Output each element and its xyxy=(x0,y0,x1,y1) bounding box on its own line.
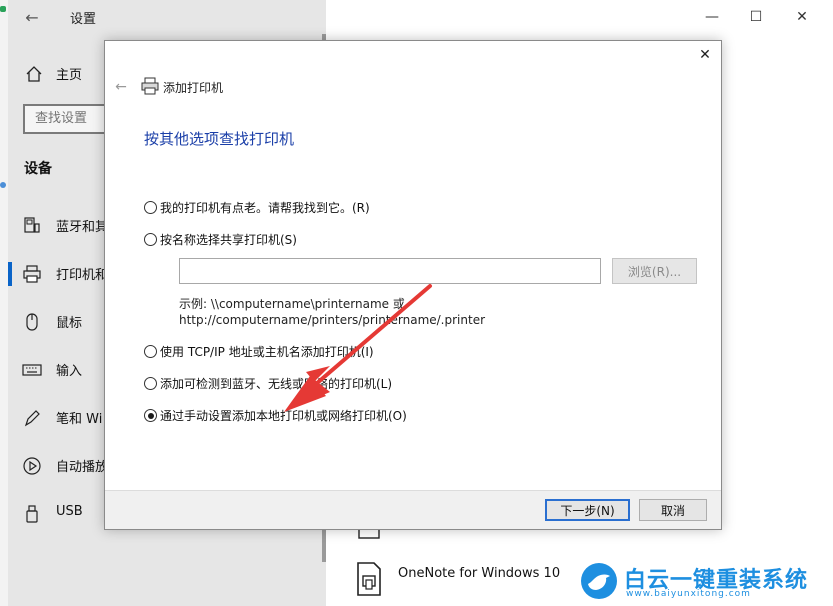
browse-button[interactable]: 浏览(R)... xyxy=(612,258,697,284)
sidebar-item-label: 自动播放 xyxy=(56,460,109,475)
back-arrow-icon[interactable]: ← xyxy=(22,8,42,28)
home-icon[interactable] xyxy=(24,64,44,84)
autoplay-icon xyxy=(23,457,41,475)
radio-label: 按名称选择共享打印机(S) xyxy=(160,233,297,247)
sidebar-item-label: USB xyxy=(56,504,83,519)
section-heading: 设备 xyxy=(24,161,52,177)
close-window-button[interactable]: ✕ xyxy=(790,6,814,28)
status-dot-icon xyxy=(0,182,6,188)
maximize-button[interactable]: ☐ xyxy=(744,6,768,28)
dialog-title: 添加打印机 xyxy=(163,81,224,95)
next-button[interactable]: 下一步(N) xyxy=(545,499,630,521)
sidebar-item-label: 笔和 Wi xyxy=(56,412,103,427)
home-link[interactable]: 主页 xyxy=(56,64,82,83)
radio-button[interactable] xyxy=(144,377,157,390)
radio-button[interactable] xyxy=(144,345,157,358)
sidebar-item-label: 打印机和 xyxy=(56,268,109,283)
sidebar-item-label: 输入 xyxy=(56,364,83,379)
minimize-button[interactable]: — xyxy=(700,6,724,28)
back-arrow-icon[interactable]: ← xyxy=(112,78,130,96)
sidebar-item-label: 蓝牙和其 xyxy=(56,220,109,235)
mouse-icon xyxy=(26,313,38,331)
printer-icon xyxy=(23,265,41,283)
window-title: 设置 xyxy=(70,12,97,27)
app-badge-icon xyxy=(0,6,6,12)
dialog-close-button[interactable]: ✕ xyxy=(694,44,716,66)
sidebar-item-label: 鼠标 xyxy=(56,316,83,331)
list-item-label[interactable]: OneNote for Windows 10 xyxy=(398,566,560,581)
annotation-arrow-icon xyxy=(284,284,432,412)
keyboard-icon xyxy=(22,364,42,376)
bluetooth-devices-icon xyxy=(24,217,40,233)
radio-button[interactable] xyxy=(144,201,157,214)
watermark-bird-logo xyxy=(581,563,617,599)
onenote-icon xyxy=(357,562,381,596)
watermark-url: www.baiyunxitong.com xyxy=(626,589,751,599)
radio-button[interactable] xyxy=(144,233,157,246)
printer-icon xyxy=(141,77,159,95)
radio-button-selected[interactable] xyxy=(144,409,157,422)
pen-icon xyxy=(24,410,40,427)
dialog-heading: 按其他选项查找打印机 xyxy=(144,130,295,148)
radio-label: 我的打印机有点老。请帮我找到它。(R) xyxy=(160,201,370,215)
watermark: 白云一键重装系统 www.baiyunxitong.com xyxy=(580,560,830,604)
cancel-button[interactable]: 取消 xyxy=(639,499,707,521)
usb-icon xyxy=(26,505,38,523)
